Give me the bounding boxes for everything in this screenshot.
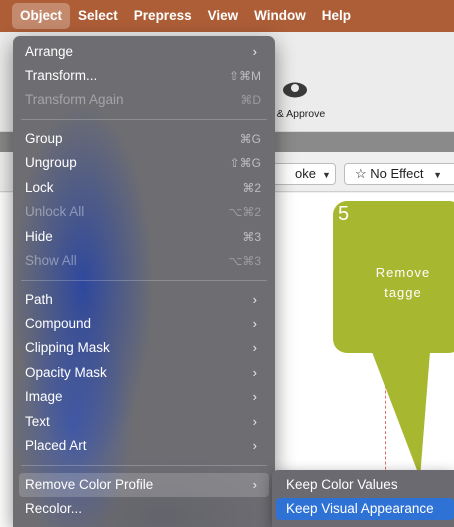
menu-item-transform[interactable]: Transform... ⇧⌘M	[19, 64, 269, 88]
chevron-down-icon: ▼	[433, 170, 443, 180]
menu-item-label: Placed Art	[25, 438, 87, 453]
chevron-right-icon: ›	[252, 316, 257, 331]
menu-item-recolor[interactable]: Recolor...	[19, 497, 269, 521]
chevron-right-icon: ›	[252, 438, 257, 453]
menu-item-label: Image	[25, 389, 63, 404]
chevron-right-icon: ›	[252, 44, 257, 59]
menu-item-label: Transform...	[25, 68, 98, 83]
menu-view[interactable]: View	[200, 3, 247, 29]
menu-item-label: Unlock All	[25, 204, 85, 219]
shortcut-label: ⌥⌘2	[228, 205, 261, 219]
chevron-down-icon: ▼	[321, 170, 331, 180]
menu-item-hide[interactable]: Hide ⌘3	[19, 225, 269, 249]
menu-item-opacity-mask[interactable]: Opacity Mask ›	[19, 361, 269, 385]
menu-item-remove-color-profile[interactable]: Remove Color Profile ›	[19, 473, 269, 497]
stroke-dropdown[interactable]: oke ▼	[270, 163, 336, 185]
menu-item-text[interactable]: Text ›	[19, 410, 269, 434]
shortcut-label: ⌘2	[242, 181, 261, 195]
menu-item-ungroup[interactable]: Ungroup ⇧⌘G	[19, 151, 269, 175]
chevron-right-icon: ›	[252, 477, 257, 492]
menu-item-label: Remove Color Profile	[25, 477, 154, 492]
shortcut-label: ⇧⌘G	[229, 156, 261, 170]
remove-color-profile-submenu: Keep Color Values Keep Visual Appearance	[272, 470, 454, 527]
effect-dropdown-label: No Effect	[370, 166, 424, 181]
menu-item-unlock-all: Unlock All ⌥⌘2	[19, 200, 269, 224]
shortcut-label: ⌘D	[240, 93, 261, 107]
menu-item-label: Clipping Mask	[25, 340, 110, 355]
menu-window[interactable]: Window	[246, 3, 314, 29]
menu-item-clipping-mask[interactable]: Clipping Mask ›	[19, 336, 269, 360]
menu-item-label: Arrange	[25, 44, 74, 59]
menu-item-image[interactable]: Image ›	[19, 385, 269, 409]
menu-item-show-all: Show All ⌥⌘3	[19, 249, 269, 273]
menu-separator	[21, 280, 267, 281]
menu-item-label: Group	[25, 131, 63, 146]
object-menu: Arrange › Transform... ⇧⌘M Transform Aga…	[13, 36, 275, 527]
shortcut-label: ⌥⌘3	[228, 254, 261, 268]
menu-item-label: Opacity Mask	[25, 365, 107, 380]
menu-item-label: Hide	[25, 229, 53, 244]
menu-item-label: Recolor...	[25, 501, 83, 516]
menu-item-label: Path	[25, 292, 53, 307]
star-icon: ☆	[355, 166, 367, 181]
menu-item-transform-again: Transform Again ⌘D	[19, 88, 269, 112]
chevron-right-icon: ›	[252, 389, 257, 404]
callout-text: Remove tagge	[375, 265, 431, 300]
menu-item-label: Lock	[25, 180, 54, 195]
menu-help[interactable]: Help	[314, 3, 359, 29]
menu-item-path[interactable]: Path ›	[19, 288, 269, 312]
menu-item-label: Transform Again	[25, 92, 124, 107]
menu-select[interactable]: Select	[70, 3, 126, 29]
menu-item-arrange[interactable]: Arrange ›	[19, 40, 269, 64]
submenu-item-keep-visual-appearance[interactable]: Keep Visual Appearance	[276, 498, 454, 520]
menu-item-group[interactable]: Group ⌘G	[19, 127, 269, 151]
menu-item-lock[interactable]: Lock ⌘2	[19, 176, 269, 200]
chevron-right-icon: ›	[252, 414, 257, 429]
share-approve-icon[interactable]	[282, 78, 308, 98]
menu-bar: Object Select Prepress View Window Help	[0, 0, 454, 32]
menu-item-compound[interactable]: Compound ›	[19, 312, 269, 336]
chevron-right-icon: ›	[252, 340, 257, 355]
shortcut-label: ⇧⌘M	[228, 69, 261, 83]
menu-object[interactable]: Object	[12, 3, 71, 29]
menu-prepress[interactable]: Prepress	[126, 3, 200, 29]
callout-number: 5	[338, 203, 350, 225]
menu-item-placed-art[interactable]: Placed Art ›	[19, 434, 269, 458]
shortcut-label: ⌘3	[242, 230, 261, 244]
shortcut-label: ⌘G	[239, 132, 261, 146]
menu-separator	[21, 465, 267, 466]
menu-item-label: Compound	[25, 316, 92, 331]
chevron-right-icon: ›	[252, 365, 257, 380]
menu-separator	[21, 119, 267, 120]
menu-item-label: Ungroup	[25, 155, 77, 170]
share-approve-label[interactable]: e & Approve	[268, 108, 325, 120]
chevron-right-icon: ›	[252, 292, 257, 307]
submenu-item-keep-color-values[interactable]: Keep Color Values	[276, 474, 454, 496]
stroke-dropdown-label: oke	[295, 166, 316, 181]
effect-dropdown[interactable]: ☆ No Effect ▼	[344, 163, 454, 185]
menu-item-label: Text	[25, 414, 50, 429]
menu-item-label: Show All	[25, 253, 77, 268]
